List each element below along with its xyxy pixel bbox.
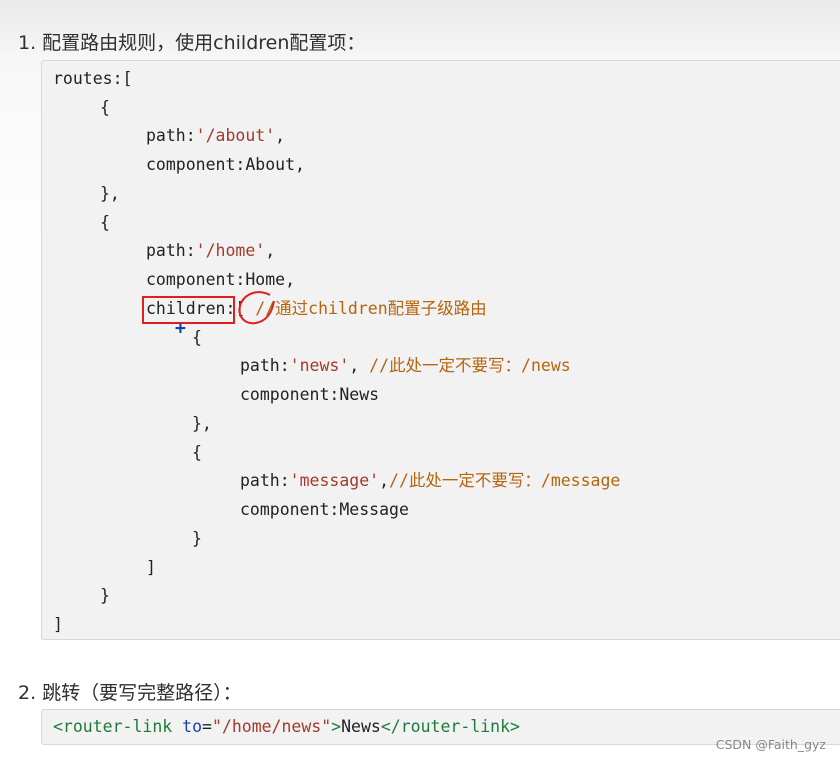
code-line: <router-link to="/home/news">News</route… <box>53 717 520 736</box>
code-line: ] <box>146 558 156 577</box>
code-line: path:'news', //此处一定不要写：/news <box>240 356 571 375</box>
code-line: component:Home, <box>146 270 296 289</box>
code-line: path:'/about', <box>146 126 286 145</box>
code-line: routes:[ <box>53 69 133 88</box>
code-line: component:About, <box>146 155 305 174</box>
code-line: { <box>100 98 110 117</box>
plus-annotation: + <box>175 318 186 339</box>
code-line: path:'message',//此处一定不要写：/message <box>240 471 621 490</box>
code-line: component:News <box>240 385 380 404</box>
routes-code-block: routes:[ { path:'/about', component:Abou… <box>41 60 840 640</box>
code-line: }, <box>192 414 212 433</box>
step2-heading: 2. 跳转（要写完整路径）： <box>18 682 242 704</box>
code-line: { <box>192 443 202 462</box>
circle-annotation <box>238 291 275 325</box>
code-line: path:'/home', <box>146 241 276 260</box>
code-line: component:Message <box>240 500 409 519</box>
step1-heading: 1. 配置路由规则，使用children配置项： <box>18 32 366 54</box>
code-line: } <box>192 529 202 548</box>
code-line: ] <box>53 615 63 634</box>
code-line: { <box>192 328 202 347</box>
code-line: }, <box>100 184 120 203</box>
code-line: { <box>100 213 110 232</box>
watermark: CSDN @Faith_gyz <box>715 737 826 752</box>
highlight-box-annotation <box>142 296 235 324</box>
code-line: } <box>100 586 110 605</box>
